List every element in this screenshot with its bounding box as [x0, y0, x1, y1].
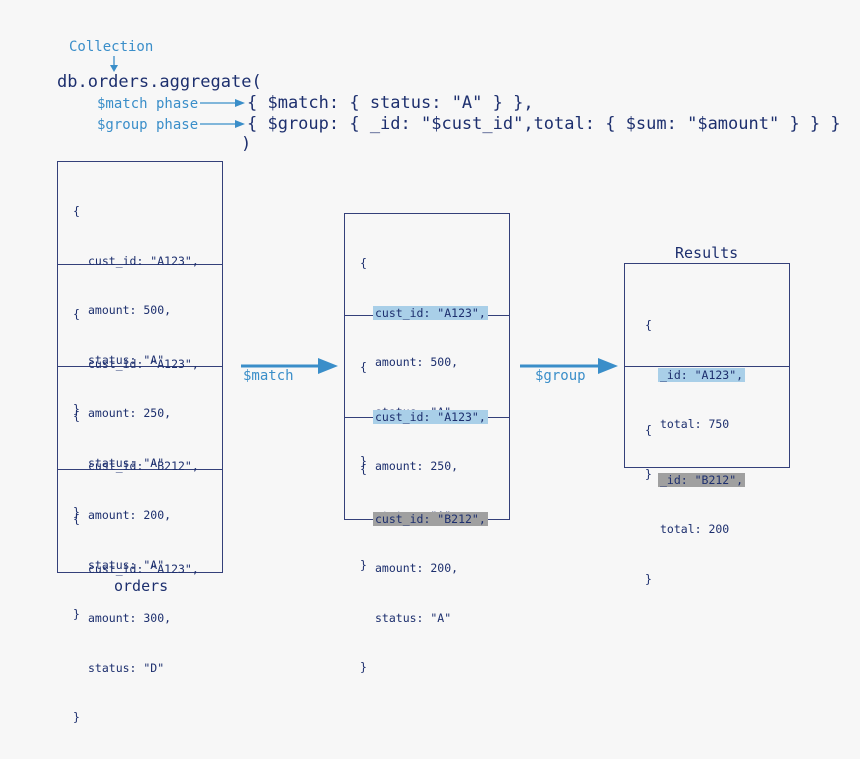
- result-document: { _id: "A123", total: 750 }: [625, 264, 789, 481]
- doc-open-brace: {: [73, 512, 80, 526]
- group-stage-label: $group: [535, 368, 586, 384]
- results-title: Results: [675, 244, 739, 262]
- orders-document: { cust_id: "B212", amount: 200, status: …: [58, 367, 222, 621]
- match-stage-label: $match: [243, 368, 294, 384]
- matched-document: { cust_id: "A123", amount: 250, status: …: [345, 316, 509, 572]
- result-document: { _id: "B212", total: 200 }: [625, 367, 789, 586]
- matched-document: { cust_id: "A123", amount: 500, status: …: [345, 214, 509, 468]
- doc-close-brace: }: [360, 660, 367, 674]
- doc-open-brace: {: [645, 423, 652, 437]
- doc-amount: amount: 200,: [375, 561, 459, 575]
- doc-open-brace: {: [73, 204, 80, 218]
- orders-caption: orders: [114, 577, 169, 595]
- orders-collection-box: { cust_id: "A123", amount: 500, status: …: [57, 161, 223, 724]
- group-phase-arrow-icon: [200, 120, 245, 128]
- doc-open-brace: {: [73, 307, 80, 321]
- results-box: { _id: "A123", total: 750 } { _id: "B212…: [624, 263, 790, 586]
- doc-cust-id: cust_id: "A123",: [88, 561, 199, 576]
- doc-open-brace: {: [645, 318, 652, 332]
- doc-close-brace: }: [645, 571, 652, 586]
- collection-arrow-icon: [110, 56, 118, 72]
- doc-close-brace: }: [73, 710, 80, 724]
- result-total: total: 200: [660, 522, 730, 536]
- doc-status: status: "A": [375, 610, 452, 625]
- matched-document: { cust_id: "B212", amount: 200, status: …: [345, 418, 509, 674]
- doc-open-brace: {: [73, 409, 80, 423]
- doc-open-brace: {: [360, 360, 367, 374]
- matched-documents-box: { cust_id: "A123", amount: 500, status: …: [344, 213, 510, 674]
- doc-amount: amount: 300,: [88, 611, 172, 625]
- doc-status: status: "D": [88, 660, 165, 675]
- result-id-highlighted: _id: "B212",: [658, 472, 746, 487]
- match-phase-arrow-icon: [200, 99, 245, 107]
- doc-cust-id-highlighted: cust_id: "B212",: [373, 511, 488, 526]
- orders-document: { cust_id: "A123", amount: 250, status: …: [58, 265, 222, 519]
- doc-open-brace: {: [360, 256, 367, 270]
- doc-open-brace: {: [360, 462, 367, 476]
- orders-document: { cust_id: "A123", amount: 500, status: …: [58, 162, 222, 416]
- orders-document: { cust_id: "A123", amount: 300, status: …: [58, 470, 222, 724]
